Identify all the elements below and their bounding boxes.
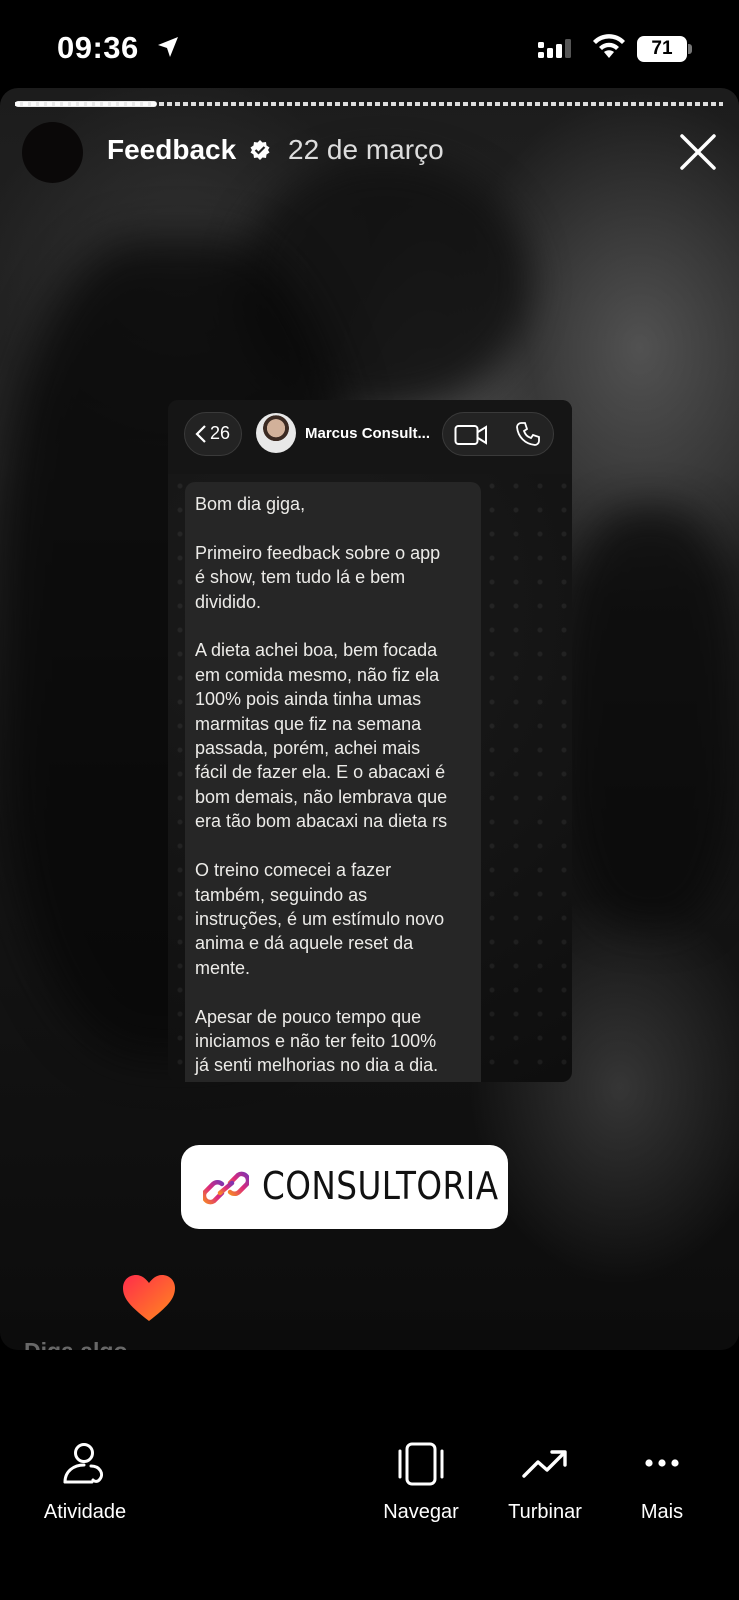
status-bar: 09:36 71 — [0, 0, 739, 92]
contact-name: Marcus Consult... — [305, 425, 431, 442]
nav-label-boost: Turbinar — [508, 1501, 582, 1523]
verified-badge-icon — [250, 140, 270, 160]
activity-icon — [63, 1443, 104, 1484]
account-name[interactable]: Feedback — [107, 134, 236, 166]
nav-label-activity: Atividade — [43, 1501, 127, 1523]
contact-avatar — [256, 413, 296, 453]
location-arrow-icon — [158, 37, 178, 57]
nav-label-navigate: Navegar — [383, 1501, 459, 1523]
chat-screenshot: 26 Marcus Consult... Bom dia giga, Prime… — [168, 400, 572, 1082]
more-icon — [645, 1459, 679, 1467]
message-text: Bom dia giga, Primeiro feedback sobre o … — [195, 494, 448, 1076]
status-time: 09:36 — [57, 30, 139, 65]
background-photo-shape — [560, 508, 739, 928]
chat-header: 26 Marcus Consult... — [168, 400, 572, 474]
signal-icon — [538, 39, 571, 58]
unread-count: 26 — [210, 423, 231, 443]
message-bubble: Bom dia giga, Primeiro feedback sobre o … — [185, 482, 481, 1082]
reply-input[interactable]: Diga algo... — [24, 1338, 147, 1350]
link-sticker[interactable]: CONSULTORIA — [181, 1145, 508, 1229]
boost-icon — [522, 1450, 567, 1478]
phone-icon — [516, 422, 540, 446]
battery-level: 71 — [651, 38, 673, 59]
battery-tip — [688, 44, 692, 54]
heart-icon[interactable] — [121, 1273, 177, 1323]
post-date: 22 de março — [288, 134, 444, 165]
video-call-icon — [454, 425, 487, 445]
account-avatar[interactable] — [22, 122, 83, 183]
link-icon — [203, 1171, 249, 1205]
story-progress-fill — [15, 101, 157, 107]
story-viewer[interactable]: Feedback 22 de março 26 Marcus Consult..… — [0, 88, 739, 1350]
link-sticker-label: CONSULTORIA — [262, 1164, 499, 1208]
battery-icon: 71 — [637, 36, 687, 62]
close-icon[interactable] — [678, 132, 718, 172]
bottom-action-bar: Atividade Navegar Turbinar Mais — [0, 1402, 739, 1600]
navigate-icon — [398, 1442, 444, 1486]
wifi-icon — [593, 34, 625, 58]
nav-label-more: Mais — [640, 1501, 684, 1523]
chevron-left-icon — [195, 425, 206, 443]
